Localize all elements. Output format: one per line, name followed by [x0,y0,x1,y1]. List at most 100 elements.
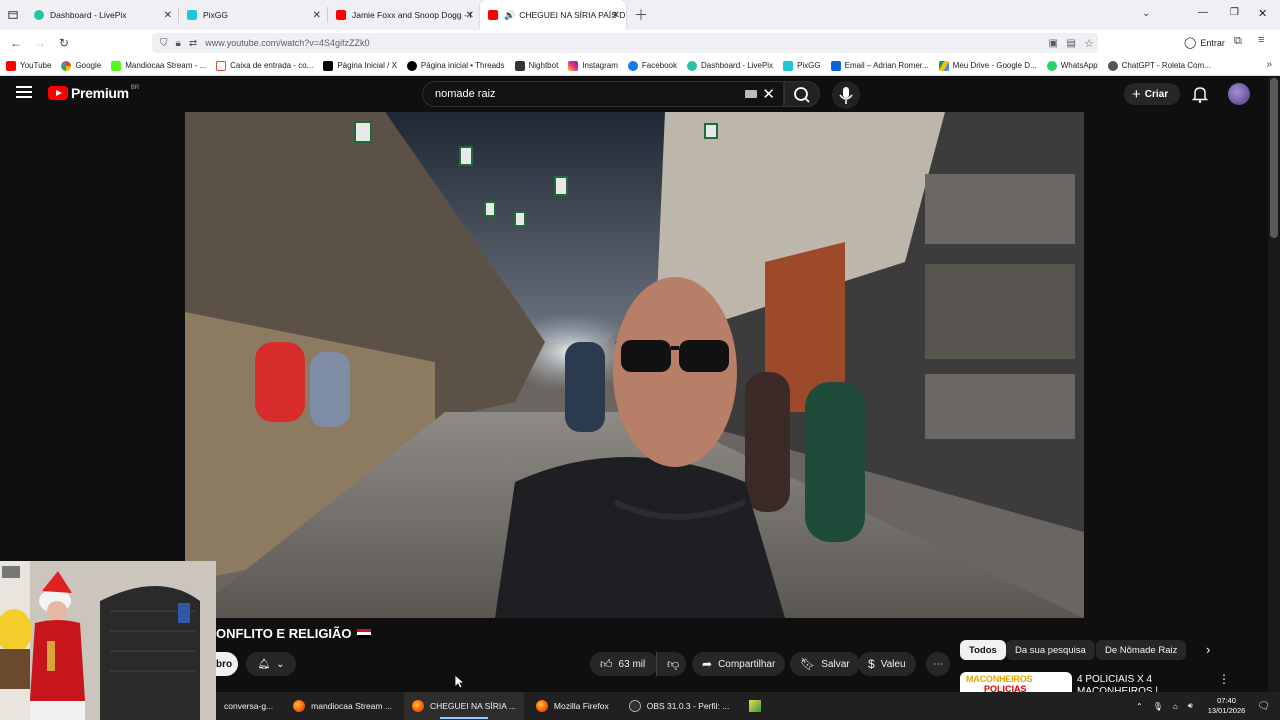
thanks-button[interactable]: $ Valeu [858,652,916,676]
back-icon[interactable]: ← [4,36,28,50]
search-icon [794,87,810,103]
extensions-icon[interactable]: ⧉ [1234,35,1242,48]
reload-icon[interactable]: ↻ [52,36,76,50]
bookmark-nightbot[interactable]: Nightbot [514,60,558,71]
chip-da-sua-pesquisa[interactable]: Da sua pesquisa [1006,640,1095,660]
drive-icon [938,60,949,71]
microphone-icon[interactable]: 🎙︎ [1153,702,1163,711]
volume-icon[interactable]: 🔊︎ [1188,701,1193,711]
youtube-premium-logo[interactable]: Premium BR [48,85,139,101]
restore-icon[interactable]: ❐ [1230,7,1239,18]
bookmark-instagram[interactable]: Instagram [568,60,618,71]
bookmark-gmail[interactable]: Caixa de entrada - co... [216,60,313,71]
bookmark-whatsapp[interactable]: WhatsApp [1046,60,1098,71]
thanks-label: Valeu [880,658,906,670]
microphone-icon [839,87,853,104]
dislike-button[interactable]: 👎︎ [656,652,686,676]
create-label: Criar [1144,88,1169,100]
chip-todos[interactable]: Todos [960,640,1006,660]
bookmark-chatgpt[interactable]: ChatGPT - Roleta Com... [1107,60,1211,71]
speaker-icon[interactable]: 🔊 [504,10,515,21]
chips-next-icon[interactable]: › [1206,642,1210,657]
url-text[interactable]: www.youtube.com/watch?v=4S4gifzZZk0 [205,38,369,48]
notifications-bell-icon[interactable] [1191,86,1209,108]
bookmark-x[interactable]: Página Inicial / X [323,60,397,71]
forward-icon[interactable]: → [28,36,52,50]
close-window-icon[interactable]: ✕ [1258,7,1267,20]
tab-jamie-foxx[interactable]: Jamie Foxx and Snoop Dogg - I ✕ [328,0,480,30]
address-bar[interactable]: ⛉ 🔒︎ ⇄ www.youtube.com/watch?v=4S4gifzZZ… [152,33,1098,53]
taskbar-item-mozilla-firefox[interactable]: Mozilla Firefox [528,692,617,720]
video-player[interactable] [185,112,1084,618]
logo-text: Premium [71,85,129,101]
tab-cheguei-siria[interactable]: 🔊 CHEGUEI NA SÍRIA PAÍS DE ✕ [480,0,626,30]
account-avatar[interactable] [1228,83,1250,105]
save-button[interactable]: 🔖︎ Salvar [790,652,860,676]
hamburger-menu-icon[interactable] [16,86,32,100]
more-bookmarks-icon[interactable]: » [1266,59,1272,70]
thumbs-down-icon: 👎︎ [667,656,680,671]
bookmark-threads[interactable]: Página inicial • Threads [406,60,505,71]
reader-view-icon[interactable]: ▤ [1067,38,1076,49]
taskbar-item-app[interactable] [741,692,769,720]
show-hidden-icons-icon[interactable]: ⌃ [1136,702,1143,711]
bookmark-facebook[interactable]: Facebook [627,60,677,71]
page-scrollbar[interactable] [1268,76,1280,720]
video-title: ONFLITO E RELIGIÃO [216,626,371,641]
pixgg-icon [783,60,794,71]
chip-de-nomade-raiz[interactable]: De Nômade Raiz [1096,640,1187,660]
network-icon[interactable]: ⌂ [1173,702,1178,711]
bookmark-livepix[interactable]: Dashboard - LivePix [687,60,773,71]
search-query[interactable]: nomade raiz [435,88,496,100]
like-button[interactable]: 👍︎ 63 mil [590,652,658,676]
shield-icon[interactable]: ⛉ [160,38,168,49]
close-tab-icon[interactable]: ✕ [466,10,474,21]
taskbar-item-obs[interactable]: OBS 31.0.3 - Perfil: ... [621,692,738,720]
like-count: 63 mil [618,658,646,670]
voice-search-button[interactable] [832,81,860,109]
bookmark-icon: 🔖︎ [800,657,816,671]
subscribed-button[interactable]: bro [216,652,238,676]
search-input[interactable]: nomade raiz ✕ [422,81,784,107]
bookmark-pixgg[interactable]: PixGG [783,60,821,71]
video-title-text: ONFLITO E RELIGIÃO [216,626,352,641]
close-tab-icon[interactable]: ✕ [164,10,172,21]
bookmark-drive[interactable]: Meu Drive - Google D... [938,60,1037,71]
notification-center-icon[interactable]: 🗨︎ [1257,701,1270,712]
new-tab-button[interactable]: ＋ [626,0,650,30]
clear-search-icon[interactable]: ✕ [762,85,775,103]
bookmark-youtube[interactable]: YouTube [6,60,51,71]
related-more-icon[interactable]: ⋮ [1218,672,1230,686]
app-menu-icon[interactable]: ≡ [1258,34,1264,46]
bookmark-email[interactable]: Email – Adrian Romer... [830,60,929,71]
chevron-down-icon[interactable]: ⌄ [1142,8,1150,19]
scrollbar-thumb[interactable] [1270,78,1278,238]
share-button[interactable]: ➦ Compartilhar [692,652,786,676]
picture-in-picture-icon[interactable]: ▣ [1049,38,1058,49]
taskbar-item-cheguei-siria[interactable]: CHEGUEI NA SÍRIA ... [403,692,524,720]
clock-time: 07:40 [1217,696,1236,705]
more-actions-button[interactable]: ⋯ [926,652,950,676]
signin-button[interactable]: ◯ Entrar [1184,36,1225,49]
close-tab-icon[interactable]: ✕ [612,10,620,21]
tab-pixgg[interactable]: PixGG ✕ [179,0,327,30]
search-button[interactable] [784,81,820,107]
facebook-icon [627,60,638,71]
minimize-icon[interactable]: — [1198,7,1208,18]
create-button[interactable]: + Criar [1124,83,1180,105]
clock[interactable]: 07:40 13/01/2026 [1208,696,1246,716]
bookmark-google[interactable]: Google [61,60,101,71]
system-tray: ⌃ 🎙︎ ⌂ 🔊︎ 07:40 13/01/2026 🗨︎ [1131,692,1280,720]
permissions-icon[interactable]: ⇄ [189,38,197,49]
notification-settings-button[interactable]: 🔔︎ ⌄ [246,652,296,676]
bookmark-mandiocaa[interactable]: Mandiocaa Stream - ... [111,60,206,71]
close-tab-icon[interactable]: ✕ [313,10,321,21]
keyboard-icon[interactable] [745,90,757,98]
lock-icon[interactable]: 🔒︎ [176,38,181,49]
taskbar-item-mandiocaa[interactable]: mandiocaa Stream ... [285,692,400,720]
syria-flag-icon [356,629,371,638]
tab-livepix[interactable]: Dashboard - LivePix ✕ [26,0,178,30]
taskbar-item-conversa[interactable]: conversa-g... [216,692,281,720]
bookmark-star-icon[interactable]: ☆ [1084,37,1094,50]
tab-list-button[interactable] [0,0,26,30]
